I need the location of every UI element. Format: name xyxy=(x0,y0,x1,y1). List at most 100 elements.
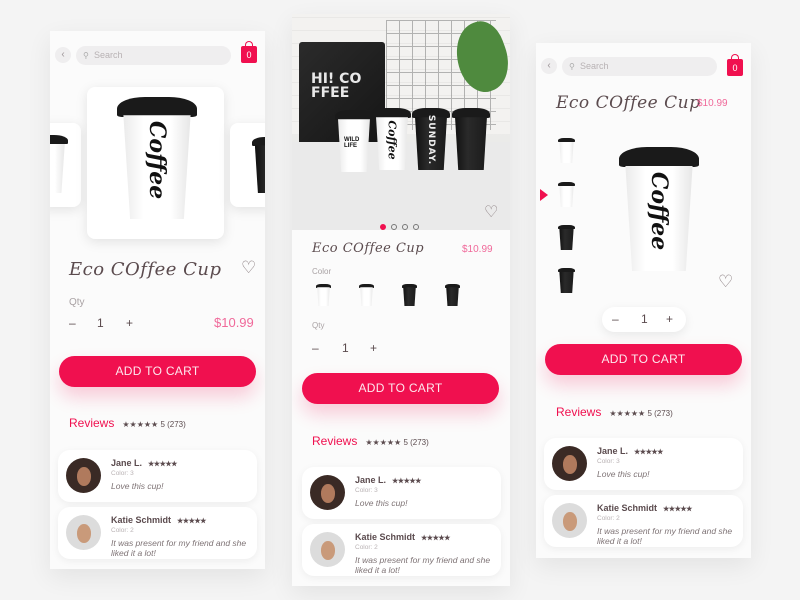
avatar xyxy=(66,458,101,493)
thumbnail-3[interactable] xyxy=(558,225,575,250)
avatar xyxy=(310,475,345,510)
search-icon: ⚲ xyxy=(83,51,89,60)
avatar xyxy=(552,446,587,481)
color-label: Color xyxy=(312,267,332,276)
cup-label: Coffee xyxy=(646,172,672,251)
review-card: Jane L. ★★★★★ Color: 3 Love this cup! xyxy=(302,467,501,519)
star-rating: ★★★★★ xyxy=(392,478,421,485)
star-rating: ★★★★★ xyxy=(421,535,450,542)
rating-summary: ★★★★★ 5 (273) xyxy=(122,420,186,429)
heart-icon[interactable]: ♡ xyxy=(484,202,498,222)
add-to-cart-button[interactable]: ADD TO CART xyxy=(59,356,256,387)
review-color: Color: 3 xyxy=(597,458,620,465)
product-title: Eco COffee Cup xyxy=(556,93,701,113)
review-text: Love this cup! xyxy=(111,481,164,491)
reviewer-name: Katie Schmidt xyxy=(111,515,172,525)
reviews-title: Reviews xyxy=(556,405,602,419)
product-title: Eco COffee Cup xyxy=(312,241,425,256)
cart-button[interactable]: 0 xyxy=(727,54,743,76)
thumbnail-2[interactable] xyxy=(558,182,575,207)
decrement-button[interactable]: – xyxy=(69,316,76,330)
decrement-button[interactable]: – xyxy=(612,312,619,326)
search-placeholder: Search xyxy=(580,61,609,71)
add-to-cart-button[interactable]: ADD TO CART xyxy=(545,344,742,375)
qty-label: Qty xyxy=(312,321,325,330)
cart-count: 0 xyxy=(732,63,738,73)
star-rating: ★★★★★ xyxy=(634,449,663,456)
product-title: Eco COffee Cup xyxy=(69,259,222,280)
search-input[interactable]: ⚲ Search xyxy=(76,46,231,65)
add-to-cart-button[interactable]: ADD TO CART xyxy=(302,373,499,404)
review-color: Color: 3 xyxy=(355,487,378,494)
cart-button[interactable]: 0 xyxy=(241,41,257,63)
review-color: Color: 3 xyxy=(111,470,134,477)
review-text: It was present for my friend and she lik… xyxy=(111,538,247,558)
cup-wild-life: WILD LIFE xyxy=(335,110,373,172)
hero-image[interactable]: HI! CO FFEE WILD LIFE Coffee SUNDAY. ♡ xyxy=(292,14,510,230)
chevron-left-icon: ‹ xyxy=(547,60,551,71)
review-color: Color: 2 xyxy=(111,527,134,534)
search-placeholder: Search xyxy=(94,50,123,60)
top-bar: ‹ ⚲ Search 0 xyxy=(536,43,751,91)
carousel-pagination xyxy=(380,217,424,230)
back-button[interactable]: ‹ xyxy=(55,47,71,63)
search-input[interactable]: ⚲ Search xyxy=(562,57,717,76)
reviewer-name: Jane L. xyxy=(111,458,143,468)
page-dot-1[interactable] xyxy=(380,224,386,230)
qty-value: 1 xyxy=(342,341,349,355)
review-card: Katie Schmidt ★★★★★ Color: 2 It was prese… xyxy=(302,524,501,576)
heart-icon[interactable]: ♡ xyxy=(718,272,733,292)
review-color: Color: 2 xyxy=(597,515,620,522)
cup-brand xyxy=(452,108,490,170)
reviewer-name: Katie Schmidt xyxy=(355,532,416,542)
increment-button[interactable]: + xyxy=(666,312,673,326)
reviewer-name: Katie Schmidt xyxy=(597,503,658,513)
reviews-header: Reviews ★★★★★ 5 (273) xyxy=(312,432,429,450)
reviews-header: Reviews ★★★★★ 5 (273) xyxy=(556,403,673,421)
color-option-3[interactable] xyxy=(402,284,417,306)
back-button[interactable]: ‹ xyxy=(541,58,557,74)
cart-count: 0 xyxy=(246,50,252,60)
color-option-4[interactable] xyxy=(445,284,460,306)
cup-sunday: SUNDAY. xyxy=(412,108,450,170)
color-option-2[interactable] xyxy=(359,284,374,306)
screen-hero-layout: HI! CO FFEE WILD LIFE Coffee SUNDAY. ♡ E… xyxy=(292,14,510,586)
quantity-stepper: – 1 + xyxy=(602,307,686,332)
review-text: Love this cup! xyxy=(355,498,408,508)
page-dot-2[interactable] xyxy=(391,224,397,230)
carousel-item-current[interactable]: Coffee xyxy=(87,87,224,239)
increment-button[interactable]: + xyxy=(370,341,377,355)
reviewer-name: Jane L. xyxy=(355,475,387,485)
increment-button[interactable]: + xyxy=(126,316,133,330)
qty-label: Qty xyxy=(69,297,85,308)
carousel-item-next[interactable] xyxy=(230,123,265,207)
product-image-main: Coffee xyxy=(619,147,699,271)
color-option-1[interactable] xyxy=(316,284,331,306)
screen-carousel-layout: ‹ ⚲ Search 0 Coffee Eco COffee Cup ♡ Qty… xyxy=(50,31,265,569)
page-dot-4[interactable] xyxy=(413,224,419,230)
reviews-title: Reviews xyxy=(69,416,115,430)
top-bar: ‹ ⚲ Search 0 xyxy=(50,31,265,79)
cup-label: Coffee xyxy=(144,121,170,200)
decrement-button[interactable]: – xyxy=(312,341,319,355)
cup-coffee: Coffee xyxy=(373,108,411,170)
star-rating: ★★★★★ xyxy=(663,506,692,513)
carousel-item-prev[interactable] xyxy=(50,123,81,207)
star-rating: ★★★★★ xyxy=(148,461,177,468)
screen-thumbnail-layout: ‹ ⚲ Search 0 Eco COffee Cup $10.99 Coffe… xyxy=(536,43,751,558)
cup-image: Coffee xyxy=(117,97,197,219)
review-card: Katie Schmidt ★★★★★ Color: 2 It was prese… xyxy=(544,495,743,547)
reviews-header: Reviews ★★★★★ 5 (273) xyxy=(69,414,186,432)
review-text: It was present for my friend and she lik… xyxy=(355,555,491,575)
avatar xyxy=(552,503,587,538)
review-card: Jane L. ★★★★★ Color: 3 Love this cup! xyxy=(58,450,257,502)
heart-icon[interactable]: ♡ xyxy=(241,258,256,278)
price: $10.99 xyxy=(214,315,254,330)
reviews-title: Reviews xyxy=(312,434,358,448)
qty-value: 1 xyxy=(97,316,104,330)
thumbnail-1[interactable] xyxy=(558,138,575,163)
search-icon: ⚲ xyxy=(569,62,575,71)
thumbnail-4[interactable] xyxy=(558,268,575,293)
page-dot-3[interactable] xyxy=(402,224,408,230)
rating-summary: ★★★★★ 5 (273) xyxy=(609,409,673,418)
